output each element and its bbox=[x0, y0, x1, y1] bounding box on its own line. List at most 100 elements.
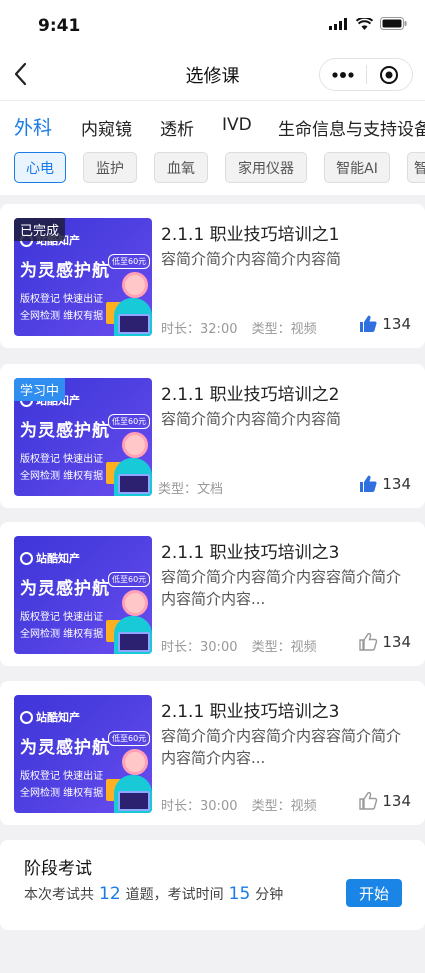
course-meta: 时长：30:00 类型：视频 bbox=[161, 795, 327, 814]
close-miniprogram-button[interactable] bbox=[366, 59, 412, 90]
thumbnail-line1: 版权登记 快速出证 bbox=[20, 454, 104, 465]
like-button[interactable]: 134 bbox=[358, 632, 411, 652]
course-thumbnail[interactable]: 站酷知产 为灵感护航 低至60元 版权登记 快速出证 全网检测 维权有据 已完成 bbox=[14, 218, 152, 336]
course-description: 容简介简介内容简介内容容简介简介内容简介内容... bbox=[161, 568, 401, 608]
illustration-head bbox=[122, 432, 148, 458]
duration-label: 时长： bbox=[161, 799, 201, 814]
course-description: 容简介简介内容简介内容简 bbox=[161, 250, 342, 268]
thumbs-up-icon bbox=[359, 632, 378, 651]
exam-minutes: 15 bbox=[228, 884, 251, 904]
wifi-icon bbox=[356, 17, 373, 30]
thumbnail-brand-text: 站酷知产 bbox=[36, 552, 80, 565]
type-label: 类型： bbox=[158, 482, 198, 497]
course-meta: 类型：文档 bbox=[158, 478, 233, 497]
subtab-smart-ai[interactable]: 智能AI bbox=[324, 152, 390, 183]
course-title[interactable]: 2.1.1 职业技巧培训之3 bbox=[161, 697, 411, 722]
exam-text-3: 分钟 bbox=[255, 887, 284, 903]
course-title[interactable]: 2.1.1 职业技巧培训之1 bbox=[161, 220, 411, 245]
thumbnail-line2: 全网检测 维权有据 bbox=[20, 629, 104, 640]
progress-badge: 已完成 bbox=[14, 218, 66, 241]
illustration-laptop bbox=[118, 474, 150, 494]
nav-bar: 选修课 bbox=[0, 48, 425, 100]
tab-life-support[interactable]: 生命信息与支持设备 bbox=[278, 115, 425, 140]
like-count: 134 bbox=[382, 315, 411, 333]
course-thumbnail[interactable]: 站酷知产 为灵感护航 低至60元 版权登记 快速出证 全网检测 维权有据 bbox=[14, 695, 152, 813]
duration-value: 30:00 bbox=[200, 640, 238, 655]
subtab-more[interactable]: 智 bbox=[407, 152, 425, 183]
brand-logo-icon bbox=[20, 710, 33, 724]
illustration-laptop bbox=[118, 314, 150, 334]
type-value: 文档 bbox=[197, 482, 224, 497]
thumbnail-slogan: 为灵感护航 bbox=[20, 579, 110, 599]
thumbnail-line1: 版权登记 快速出证 bbox=[20, 294, 104, 305]
like-button[interactable]: 134 bbox=[358, 314, 411, 334]
course-thumbnail[interactable]: 站酷知产 为灵感护航 低至60元 版权登记 快速出证 全网检测 维权有据 学习中 bbox=[14, 378, 152, 496]
signal-icon bbox=[329, 17, 347, 30]
miniprogram-capsule bbox=[319, 58, 413, 91]
tab-dialysis[interactable]: 透析 bbox=[160, 115, 194, 140]
thumbnail-slogan: 为灵感护航 bbox=[20, 261, 110, 281]
course-card[interactable]: 站酷知产 为灵感护航 低至60元 版权登记 快速出证 全网检测 维权有据 2.1… bbox=[0, 522, 425, 666]
like-count: 134 bbox=[382, 792, 411, 810]
like-button[interactable]: 134 bbox=[358, 474, 411, 494]
type-label: 类型： bbox=[251, 640, 291, 655]
exam-title: 阶段考试 bbox=[24, 859, 92, 879]
illustration-head bbox=[122, 272, 148, 298]
thumbnail-price: 低至60元 bbox=[108, 254, 151, 269]
illustration-laptop bbox=[118, 791, 150, 811]
thumbnail-price: 低至60元 bbox=[108, 414, 151, 429]
type-label: 类型： bbox=[251, 799, 291, 814]
course-title[interactable]: 2.1.1 职业技巧培训之2 bbox=[161, 380, 411, 405]
thumbnail-brand: 站酷知产 bbox=[20, 550, 80, 566]
course-card[interactable]: 站酷知产 为灵感护航 低至60元 版权登记 快速出证 全网检测 维权有据 2.1… bbox=[0, 681, 425, 825]
like-count: 134 bbox=[382, 475, 411, 493]
status-icons bbox=[329, 17, 407, 30]
thumbnail-line1: 版权登记 快速出证 bbox=[20, 771, 104, 782]
subtab-spo2[interactable]: 血氧 bbox=[154, 152, 208, 183]
duration-value: 30:00 bbox=[200, 799, 238, 814]
brand-logo-icon bbox=[20, 551, 33, 565]
course-title[interactable]: 2.1.1 职业技巧培训之3 bbox=[161, 538, 411, 563]
course-meta: 时长：30:00 类型：视频 bbox=[161, 636, 327, 655]
thumbnail-brand: 站酷知产 bbox=[20, 709, 80, 725]
subtab-ecg[interactable]: 心电 bbox=[14, 152, 66, 183]
tab-endoscope[interactable]: 内窥镜 bbox=[81, 115, 132, 140]
thumbnail-line1: 版权登记 快速出证 bbox=[20, 612, 104, 623]
course-card[interactable]: 站酷知产 为灵感护航 低至60元 版权登记 快速出证 全网检测 维权有据 学习中… bbox=[0, 364, 425, 508]
thumbnail-slogan: 为灵感护航 bbox=[20, 421, 110, 441]
tab-surgery[interactable]: 外科 bbox=[14, 113, 52, 140]
stage-exam-card: 阶段考试 本次考试共 12 道题，考试时间 15 分钟 开始 bbox=[0, 840, 425, 930]
subtab-home-devices[interactable]: 家用仪器 bbox=[225, 152, 307, 183]
duration-value: 32:00 bbox=[200, 322, 238, 337]
like-count: 134 bbox=[382, 633, 411, 651]
battery-icon bbox=[380, 17, 407, 30]
exam-info: 本次考试共 12 道题，考试时间 15 分钟 bbox=[24, 884, 283, 904]
course-description: 容简介简介内容简介内容简 bbox=[161, 410, 342, 428]
start-exam-button[interactable]: 开始 bbox=[346, 879, 402, 907]
illustration-head bbox=[122, 749, 148, 775]
illustration-laptop bbox=[118, 632, 150, 652]
tab-ivd[interactable]: IVD bbox=[222, 115, 252, 135]
thumbs-up-icon bbox=[360, 475, 377, 492]
category-area: 外科 内窥镜 透析 IVD 生命信息与支持设备 心电 监护 血氧 家用仪器 智能… bbox=[0, 100, 425, 195]
exam-text-2: 道题，考试时间 bbox=[125, 887, 224, 903]
course-card[interactable]: 站酷知产 为灵感护航 低至60元 版权登记 快速出证 全网检测 维权有据 已完成… bbox=[0, 204, 425, 348]
thumbnail-brand-text: 站酷知产 bbox=[36, 711, 80, 724]
thumbnail-price: 低至60元 bbox=[108, 731, 151, 746]
thumbnail-line2: 全网检测 维权有据 bbox=[20, 311, 104, 322]
question-count: 12 bbox=[99, 884, 121, 904]
more-dots-icon bbox=[332, 71, 354, 78]
course-thumbnail[interactable]: 站酷知产 为灵感护航 低至60元 版权登记 快速出证 全网检测 维权有据 bbox=[14, 536, 152, 654]
thumbnail-line2: 全网检测 维权有据 bbox=[20, 471, 104, 482]
duration-label: 时长： bbox=[161, 640, 201, 655]
type-value: 视频 bbox=[290, 322, 317, 337]
illustration-head bbox=[122, 590, 148, 616]
status-time: 9:41 bbox=[38, 16, 81, 36]
more-button[interactable] bbox=[320, 59, 366, 90]
duration-label: 时长： bbox=[161, 322, 201, 337]
like-button[interactable]: 134 bbox=[358, 791, 411, 811]
exam-text-1: 本次考试共 bbox=[24, 887, 94, 903]
course-description: 容简介简介内容简介内容容简介简介内容简介内容... bbox=[161, 727, 401, 767]
thumbnail-slogan: 为灵感护航 bbox=[20, 738, 110, 758]
subtab-monitor[interactable]: 监护 bbox=[83, 152, 137, 183]
